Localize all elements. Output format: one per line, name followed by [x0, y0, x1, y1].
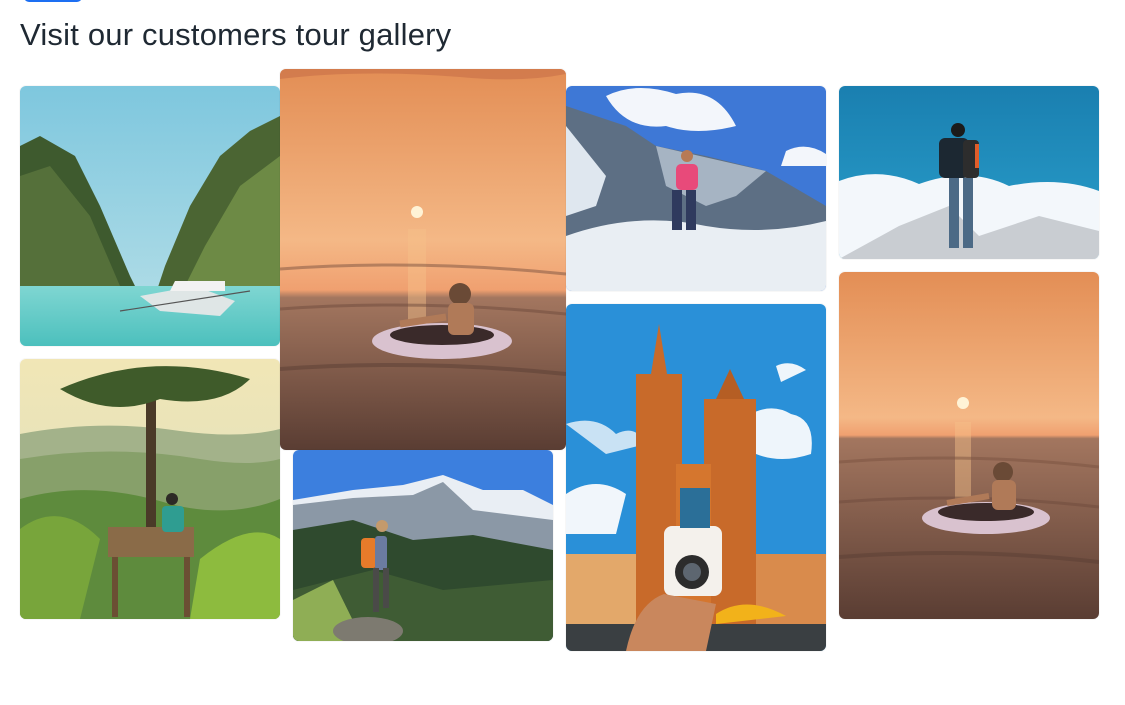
- gallery-image-sunset-float-1[interactable]: [280, 69, 566, 450]
- gallery-image-valley-hiker[interactable]: [293, 450, 553, 641]
- gallery-image-hiker-clouds[interactable]: [839, 86, 1099, 259]
- gallery-image-treehouse-view[interactable]: [20, 359, 280, 619]
- gallery-image-snow-climber[interactable]: [566, 86, 826, 291]
- gallery-title: Visit our customers tour gallery: [20, 17, 452, 52]
- top-tab-indicator: [24, 0, 82, 2]
- gallery-image-church-instant-camera[interactable]: [566, 304, 826, 651]
- gallery-image-lagoon-boat[interactable]: [20, 86, 280, 346]
- gallery-image-sunset-float-2[interactable]: [839, 272, 1099, 619]
